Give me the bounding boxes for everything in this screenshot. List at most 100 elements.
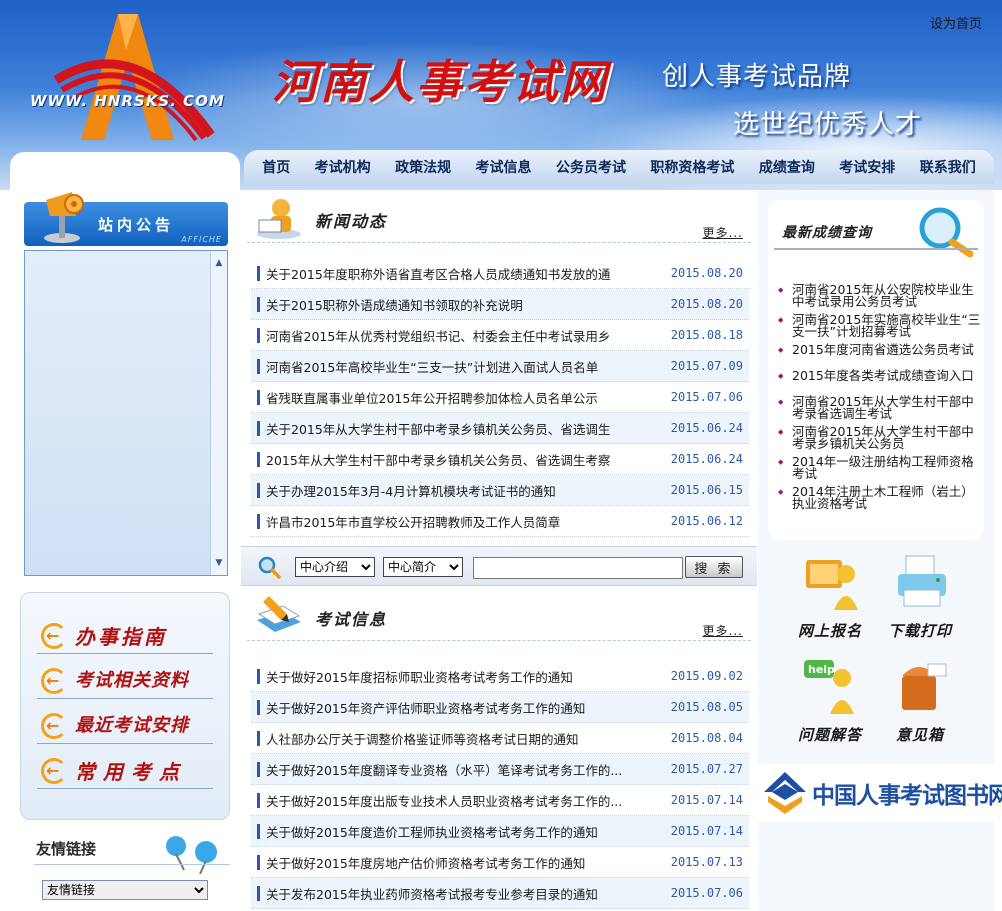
list-item[interactable]: 关于办理2015年3月-4月计算机模块考试证书的通知 2015.06.15 — [251, 475, 749, 506]
list-item[interactable]: 关于2015年度职称外语省直考区合格人员成绩通知书发放的通 2015.08.20 — [251, 258, 749, 289]
list-item-date: 2015.09.02 — [670, 669, 743, 683]
list-item[interactable]: 关于2015年从大学生村干部中考录乡镇机关公务员、省选调生 2015.06.24 — [251, 413, 749, 444]
list-item-title[interactable]: 许昌市2015年市直学校公开招聘教师及工作人员简章 — [266, 512, 663, 531]
list-item-title[interactable]: 关于2015职称外语成绩通知书领取的补充说明 — [266, 295, 663, 314]
nav-home[interactable]: 首页 — [262, 157, 290, 177]
score-query-item[interactable]: 2014年注册土木工程师（岩土）执业资格考试 — [776, 485, 986, 514]
faq-tile[interactable]: help 问题解答 — [788, 656, 872, 746]
score-query-item[interactable]: 河南省2015年实施高校毕业生“三支一扶”计划招募考试 — [776, 313, 986, 342]
nav-policies[interactable]: 政策法规 — [395, 157, 451, 177]
search-icon — [258, 556, 281, 579]
search-input[interactable] — [473, 557, 683, 579]
notice-board[interactable]: ▲ ▼ — [24, 250, 228, 576]
download-print-tile[interactable]: 下载打印 — [878, 552, 962, 642]
nav-exam-institutions[interactable]: 考试机构 — [315, 157, 371, 177]
list-item[interactable]: 关于做好2015年度招标师职业资格考试考务工作的通知 2015.09.02 — [251, 661, 749, 692]
list-item[interactable]: 河南省2015年从优秀村党组织书记、村委会主任中考试录用乡 2015.08.18 — [251, 320, 749, 351]
list-item-date: 2015.08.04 — [670, 731, 743, 745]
list-item-title[interactable]: 关于2015年度职称外语省直考区合格人员成绩通知书发放的通 — [266, 264, 663, 283]
scroll-down-icon[interactable]: ▼ — [213, 557, 225, 569]
search-subcategory-select[interactable]: 中心简介 — [383, 557, 463, 577]
list-item-date: 2015.08.05 — [670, 700, 743, 714]
guide-label: 最近考试安排 — [75, 715, 189, 736]
news-list: 关于2015年度职称外语省直考区合格人员成绩通知书发放的通 2015.08.20 关… — [251, 258, 749, 537]
bullet-bar — [257, 451, 260, 467]
notice-title: 站内公告 — [98, 216, 175, 234]
list-item-title[interactable]: 省残联直属事业单位2015年公开招聘参加体检人员名单公示 — [266, 388, 663, 407]
exam-info-more-link[interactable]: 更多... — [703, 622, 743, 639]
list-item[interactable]: 许昌市2015年市直学校公开招聘教师及工作人员简章 2015.06.12 — [251, 506, 749, 537]
score-query-item[interactable]: 河南省2015年从公安院校毕业生中考试录用公务员考试 — [776, 283, 986, 312]
suggestion-box-tile[interactable]: 意见箱 — [878, 656, 962, 746]
scroll-up-icon[interactable]: ▲ — [213, 257, 225, 269]
list-item[interactable]: 关于2015职称外语成绩通知书领取的补充说明 2015.08.20 — [251, 289, 749, 320]
arrow-left-icon: ← — [41, 713, 67, 739]
list-item-date: 2015.07.14 — [670, 793, 743, 807]
bullet-bar — [257, 854, 260, 870]
list-item-title[interactable]: 河南省2015年高校毕业生“三支一扶”计划进入面试人员名单 — [266, 357, 663, 376]
list-item-title[interactable]: 关于做好2015年度翻译专业资格（水平）笔译考试考务工作的... — [266, 760, 663, 779]
list-item[interactable]: 关于做好2015年度出版专业技术人员职业资格考试考务工作的... 2015.07.… — [251, 785, 749, 816]
nav-score-query[interactable]: 成绩查询 — [759, 157, 815, 177]
nav-exam-info[interactable]: 考试信息 — [476, 157, 532, 177]
help-icon: help — [804, 660, 854, 714]
exam-info-list: 关于做好2015年度招标师职业资格考试考务工作的通知 2015.09.02 关于做好… — [251, 661, 749, 909]
list-item-date: 2015.06.24 — [670, 452, 743, 466]
online-registration-tile[interactable]: 网上报名 — [788, 552, 872, 642]
list-item-title[interactable]: 关于做好2015年度招标师职业资格考试考务工作的通知 — [266, 667, 663, 686]
score-query-item[interactable]: 2015年度各类考试成绩查询入口 — [776, 369, 986, 388]
bullet-bar — [257, 823, 260, 839]
list-item-title[interactable]: 关于发布2015年执业药师资格考试报考专业参考目录的通知 — [266, 884, 663, 903]
list-item[interactable]: 关于做好2015年度造价工程师执业资格考试考务工作的通知 2015.07.14 — [251, 816, 749, 847]
guide-item-exam-materials[interactable]: ← 考试相关资料 — [37, 660, 213, 699]
friend-links-select[interactable]: 友情链接 — [42, 880, 208, 900]
nav-exam-schedule[interactable]: 考试安排 — [839, 157, 895, 177]
notice-scrollbar[interactable]: ▲ ▼ — [210, 251, 227, 575]
list-item[interactable]: 关于做好2015年度房地产估价师资格考试考务工作的通知 2015.07.13 — [251, 847, 749, 878]
list-item-title[interactable]: 关于办理2015年3月-4月计算机模块考试证书的通知 — [266, 481, 663, 500]
list-item-date: 2015.06.24 — [670, 421, 743, 435]
list-item[interactable]: 关于做好2015年资产评估师职业资格考试考务工作的通知 2015.08.05 — [251, 692, 749, 723]
news-more-link[interactable]: 更多... — [703, 224, 743, 241]
score-query-item[interactable]: 河南省2015年从大学生村干部中考录乡镇机关公务员 — [776, 425, 986, 454]
nav-civil-service-exam[interactable]: 公务员考试 — [556, 157, 626, 177]
list-item-date: 2015.07.09 — [670, 359, 743, 373]
list-item[interactable]: 河南省2015年高校毕业生“三支一扶”计划进入面试人员名单 2015.07.09 — [251, 351, 749, 382]
tile-label: 下载打印 — [887, 622, 952, 640]
list-item-title[interactable]: 2015年从大学生村干部中考录乡镇机关公务员、省选调生考察 — [266, 450, 663, 469]
list-item[interactable]: 关于发布2015年执业药师资格考试报考专业参考目录的通知 2015.07.06 — [251, 878, 749, 909]
list-item[interactable]: 人社部办公厅关于调整价格鉴证师等资格考试日期的通知 2015.08.04 — [251, 723, 749, 754]
list-item-title[interactable]: 人社部办公厅关于调整价格鉴证师等资格考试日期的通知 — [266, 729, 663, 748]
guide-item-recent-exams[interactable]: ← 最近考试安排 — [37, 705, 213, 744]
guide-item-procedures[interactable]: ← 办事指南 — [37, 615, 213, 654]
search-category-select[interactable]: 中心介绍 — [295, 557, 375, 577]
guide-item-exam-sites[interactable]: ← 常用考点 — [37, 750, 213, 789]
list-item[interactable]: 省残联直属事业单位2015年公开招聘参加体检人员名单公示 2015.07.06 — [251, 382, 749, 413]
score-query-item[interactable]: 河南省2015年从大学生村干部中考录省选调生考试 — [776, 395, 986, 424]
list-item-date: 2015.07.13 — [670, 855, 743, 869]
list-item-title[interactable]: 河南省2015年从优秀村党组织书记、村委会主任中考试录用乡 — [266, 326, 663, 345]
search-button[interactable]: 搜 索 — [685, 556, 743, 578]
list-item[interactable]: 关于做好2015年度翻译专业资格（水平）笔译考试考务工作的... 2015.07.… — [251, 754, 749, 785]
site-title: 河南人事考试网 — [272, 55, 608, 109]
left-sidebar: 站内公告 AFFICHE ▲ ▼ ← 办事指南 ← 考试相关资料 ← 最近考试安… — [10, 190, 240, 911]
exam-notebook-icon — [257, 596, 301, 632]
notice-subtitle: AFFICHE — [181, 235, 222, 244]
arrow-left-icon: ← — [41, 668, 67, 694]
books-site-name: 中国人事考试图书网 — [812, 783, 1002, 809]
nav-professional-title-exam[interactable]: 职称资格考试 — [650, 157, 734, 177]
list-item-title[interactable]: 关于做好2015年度出版专业技术人员职业资格考试考务工作的... — [266, 791, 663, 810]
list-item-title[interactable]: 关于做好2015年度造价工程师执业资格考试考务工作的通知 — [266, 822, 663, 841]
list-item-title[interactable]: 关于2015年从大学生村干部中考录乡镇机关公务员、省选调生 — [266, 419, 663, 438]
list-item-title[interactable]: 关于做好2015年度房地产估价师资格考试考务工作的通知 — [266, 853, 663, 872]
set-homepage-link[interactable]: 设为首页 — [930, 13, 982, 32]
tile-label: 意见箱 — [895, 726, 944, 744]
score-query-item[interactable]: 2014年一级注册结构工程师资格考试 — [776, 455, 986, 484]
books-site-banner[interactable]: 中国人事考试图书网 — [758, 764, 1002, 822]
score-query-item[interactable]: 2015年度河南省遴选公务员考试 — [776, 343, 986, 362]
nav-contact-us[interactable]: 联系我们 — [920, 157, 976, 177]
list-item-title[interactable]: 关于做好2015年资产评估师职业资格考试考务工作的通知 — [266, 698, 663, 717]
site-logo[interactable]: WWW. HNRSKS. COM — [26, 10, 231, 145]
list-item[interactable]: 2015年从大学生村干部中考录乡镇机关公务员、省选调生考察 2015.06.24 — [251, 444, 749, 475]
notice-header: 站内公告 AFFICHE — [24, 192, 228, 246]
